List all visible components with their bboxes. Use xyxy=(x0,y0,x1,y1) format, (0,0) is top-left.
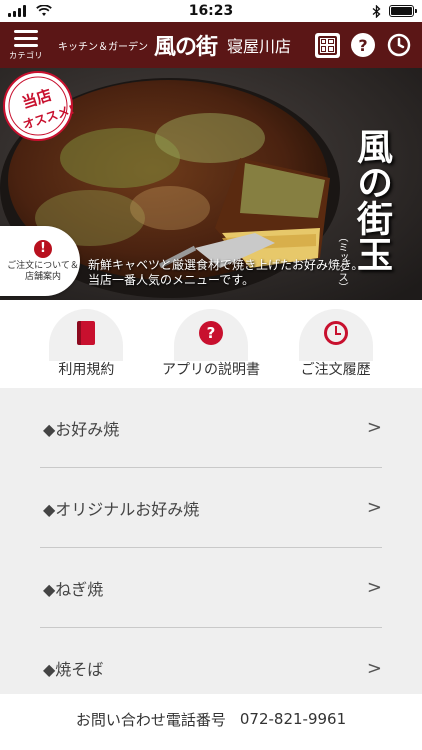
shop-seal-button[interactable] xyxy=(314,32,340,58)
brand-logo: 風の街 xyxy=(154,34,218,60)
help-button[interactable]: ? xyxy=(350,32,376,58)
list-item-label: ◆オリジナルお好み焼 xyxy=(43,499,200,519)
category-menu-label: カテゴリ xyxy=(9,50,43,60)
order-history-button[interactable]: ご注文履歴 xyxy=(281,309,391,379)
help-icon: ? xyxy=(198,321,223,345)
quick-links: 利用規約 ? アプリの説明書 ご注文履歴 xyxy=(0,300,422,388)
order-history-label: ご注文履歴 xyxy=(300,362,371,378)
clock-icon xyxy=(323,321,348,345)
list-item-label: ◆お好み焼 xyxy=(43,419,120,439)
brand-subtitle: キッチン＆ガーデン xyxy=(58,41,148,53)
clock-icon xyxy=(387,33,411,57)
app-guide-label: アプリの説明書 xyxy=(161,362,260,378)
book-icon xyxy=(77,321,96,345)
store-info-tag[interactable]: ! ご注文について＆店舗案内 xyxy=(0,226,80,296)
list-item-label: ◆焼そば xyxy=(43,660,104,679)
recommend-badge: 当店 オススメ! xyxy=(3,71,76,141)
app-guide-button[interactable]: ? アプリの説明書 xyxy=(156,309,266,379)
chevron-right-icon: > xyxy=(366,497,382,518)
hero-title: 風の街玉 xyxy=(351,128,393,272)
brand: キッチン＆ガーデン 風の街 寝屋川店 xyxy=(58,29,291,61)
phone-number-link[interactable]: 072-821-9961 xyxy=(240,710,346,728)
hamburger-icon xyxy=(14,29,38,47)
menu-category-list: ◆お好み焼 > ◆オリジナルお好み焼 > ◆ねぎ焼 > ◆焼そば > xyxy=(0,388,422,694)
wifi-icon xyxy=(36,5,52,16)
category-menu-button[interactable]: カテゴリ xyxy=(6,23,46,67)
hero-caption-line1: 新鮮キャベツと厳選食材で焼き上げたお好み焼き。 xyxy=(88,258,364,272)
list-item[interactable]: ◆ねぎ焼 > xyxy=(40,548,382,628)
chevron-right-icon: > xyxy=(366,417,382,438)
contact-footer: お問い合わせ電話番号 072-821-9961 xyxy=(0,694,422,750)
battery-icon xyxy=(389,5,417,17)
question-icon: ? xyxy=(351,33,375,57)
status-bar: 16:23 xyxy=(0,0,422,22)
list-item-label: ◆ねぎ焼 xyxy=(43,579,104,599)
store-name: 寝屋川店 xyxy=(227,37,292,56)
contact-label: お問い合わせ電話番号 xyxy=(75,710,226,729)
terms-button[interactable]: 利用規約 xyxy=(31,309,141,379)
app-header: カテゴリ キッチン＆ガーデン 風の街 寝屋川店 ? xyxy=(0,22,422,68)
cellular-signal-icon xyxy=(8,5,26,17)
history-button[interactable] xyxy=(386,32,412,58)
hero-caption: 新鮮キャベツと厳選食材で焼き上げたお好み焼き。 当店一番人気のメニューです。 xyxy=(88,258,363,288)
terms-label: 利用規約 xyxy=(58,362,115,378)
bluetooth-icon xyxy=(372,4,381,18)
list-item[interactable]: ◆オリジナルお好み焼 > xyxy=(40,468,382,548)
chevron-right-icon: > xyxy=(366,577,382,598)
status-time: 16:23 xyxy=(188,3,234,19)
chevron-right-icon: > xyxy=(366,657,382,679)
hero-caption-line2: 当店一番人気のメニューです。 xyxy=(88,273,255,287)
list-item[interactable]: ◆お好み焼 > xyxy=(40,388,382,468)
store-info-label: ご注文について＆店舗案内 xyxy=(7,260,79,282)
shop-seal-icon xyxy=(314,32,340,58)
alert-icon: ! xyxy=(34,239,52,258)
